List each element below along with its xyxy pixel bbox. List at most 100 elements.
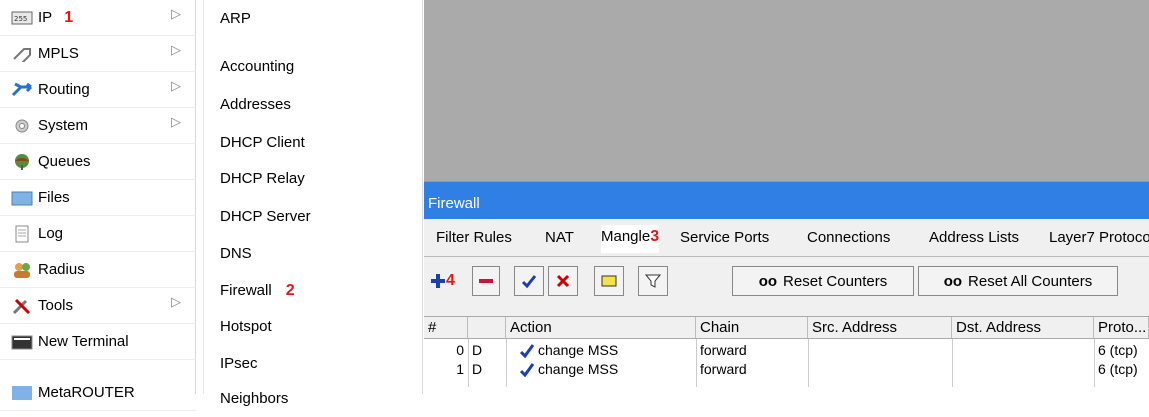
tab-label: Mangle: [601, 228, 651, 245]
cross-icon: [556, 274, 570, 288]
menu-item-files[interactable]: Files: [0, 180, 196, 216]
column-divider: [506, 339, 507, 387]
submenu-item-addresses[interactable]: Addresses: [204, 86, 424, 123]
toolbar: 4 oo Reset Counters oo Reset All Counter…: [424, 258, 1149, 302]
filter-button[interactable]: [638, 266, 668, 296]
cell-number: 1: [456, 361, 464, 377]
submenu-item-dhcp-client[interactable]: DHCP Client: [204, 124, 424, 161]
action-label: change MSS: [538, 361, 619, 377]
add-button[interactable]: 4: [430, 266, 472, 296]
tab-mangle[interactable]: Mangle3: [601, 225, 660, 253]
menu-item-mpls[interactable]: MPLS ▷: [0, 36, 196, 72]
folder-icon: [10, 189, 34, 207]
menu-label: Log: [38, 225, 64, 242]
disable-button[interactable]: [548, 266, 578, 296]
menu-item-log[interactable]: Log: [0, 216, 196, 252]
submenu-item-ipsec[interactable]: IPsec: [204, 345, 424, 382]
tab-address-lists[interactable]: Address Lists: [929, 229, 1019, 246]
gear-icon: [10, 117, 34, 135]
submenu-item-firewall[interactable]: Firewall 2: [204, 272, 424, 309]
step-badge-2: 2: [285, 281, 295, 299]
firewall-window: Firewall Filter Rules NAT Mangle3 Servic…: [424, 182, 1149, 394]
cell-src-address: [808, 360, 952, 379]
step-badge-1: 1: [64, 8, 74, 26]
cell-chain: forward: [700, 361, 747, 377]
menu-item-metarouter[interactable]: MetaROUTER: [0, 375, 196, 411]
tab-service-ports[interactable]: Service Ports: [680, 229, 769, 246]
submenu-arrow-icon: ▷: [171, 294, 181, 309]
column-header-protocol[interactable]: Proto...: [1094, 317, 1149, 339]
submenu-arrow-icon: ▷: [171, 114, 181, 129]
action-label: change MSS: [538, 342, 619, 358]
step-badge-3: 3: [650, 228, 660, 245]
submenu-arrow-icon: ▷: [171, 6, 181, 21]
comment-button[interactable]: [594, 266, 624, 296]
metarouter-icon: [10, 384, 34, 402]
comment-icon: [601, 275, 617, 287]
reset-counters-button[interactable]: oo Reset Counters: [732, 266, 914, 296]
tab-filter-rules[interactable]: Filter Rules: [436, 229, 512, 246]
menu-item-routing[interactable]: Routing ▷: [0, 72, 196, 108]
tab-bar: Filter Rules NAT Mangle3 Service Ports C…: [424, 219, 1149, 257]
cell-action: change MSS: [516, 360, 696, 379]
column-header-dst-address[interactable]: Dst. Address: [952, 317, 1094, 339]
menu-label: New Terminal: [38, 333, 129, 350]
submenu-item-neighbors[interactable]: Neighbors: [204, 380, 424, 417]
tools-icon: [10, 297, 34, 315]
submenu-item-dhcp-relay[interactable]: DHCP Relay: [204, 160, 424, 197]
column-header-number[interactable]: #: [424, 317, 468, 339]
minus-icon: [479, 279, 493, 283]
menu-label: Routing: [38, 81, 90, 98]
cell-protocol: 6 (tcp): [1098, 361, 1138, 377]
submenu-item-dns[interactable]: DNS: [204, 235, 424, 272]
menu-label: Files: [38, 189, 70, 206]
log-icon: [10, 225, 34, 243]
radius-icon: [10, 261, 34, 279]
check-icon: [520, 343, 534, 358]
column-header-chain[interactable]: Chain: [696, 317, 808, 339]
menu-item-new-terminal[interactable]: New Terminal: [0, 324, 196, 360]
queues-icon: [10, 153, 34, 171]
check-icon: [520, 362, 534, 377]
tab-nat[interactable]: NAT: [545, 229, 574, 246]
terminal-icon: [10, 333, 34, 351]
ip-submenu: ARP Accounting Addresses DHCP Client DHC…: [203, 0, 424, 407]
workspace-background: [424, 0, 1149, 182]
column-header-src-address[interactable]: Src. Address: [808, 317, 952, 339]
tab-layer7-protocols[interactable]: Layer7 Protocols: [1049, 229, 1149, 246]
submenu-item-accounting[interactable]: Accounting: [204, 48, 424, 85]
cell-protocol: 6 (tcp): [1098, 342, 1138, 358]
submenu-label: Firewall: [220, 282, 272, 299]
column-header-flags[interactable]: [468, 317, 506, 339]
plus-icon: [431, 274, 445, 288]
submenu-item-arp[interactable]: ARP: [204, 0, 424, 37]
submenu-arrow-icon: ▷: [171, 42, 181, 57]
cell-dst-address: [952, 341, 1094, 360]
cell-chain: forward: [700, 342, 747, 358]
mangle-rules-table: # Action Chain Src. Address Dst. Address…: [424, 316, 1149, 394]
step-badge-4: 4: [446, 272, 455, 289]
menu-label: Radius: [38, 261, 85, 278]
submenu-arrow-icon: ▷: [171, 78, 181, 93]
tab-connections[interactable]: Connections: [807, 229, 890, 246]
cell-action: change MSS: [516, 341, 696, 360]
button-label: Reset Counters: [783, 272, 888, 290]
counter-icon: oo: [758, 272, 778, 290]
menu-item-system[interactable]: System ▷: [0, 108, 196, 144]
menu-label: MetaROUTER: [38, 384, 135, 401]
reset-all-counters-button[interactable]: oo Reset All Counters: [918, 266, 1118, 296]
window-title[interactable]: Firewall: [424, 182, 1149, 219]
cell-src-address: [808, 341, 952, 360]
cell-dst-address: [952, 360, 1094, 379]
menu-item-tools[interactable]: Tools ▷: [0, 288, 196, 324]
cell-flag: D: [472, 342, 483, 358]
submenu-item-dhcp-server[interactable]: DHCP Server: [204, 198, 424, 235]
remove-button[interactable]: [472, 266, 500, 296]
menu-label: IP: [38, 9, 53, 26]
menu-item-radius[interactable]: Radius: [0, 252, 196, 288]
menu-item-queues[interactable]: Queues: [0, 144, 196, 180]
column-header-action[interactable]: Action: [506, 317, 696, 339]
submenu-item-hotspot[interactable]: Hotspot: [204, 308, 424, 345]
enable-button[interactable]: [514, 266, 544, 296]
menu-item-ip[interactable]: 255 IP 1 ▷: [0, 0, 196, 36]
